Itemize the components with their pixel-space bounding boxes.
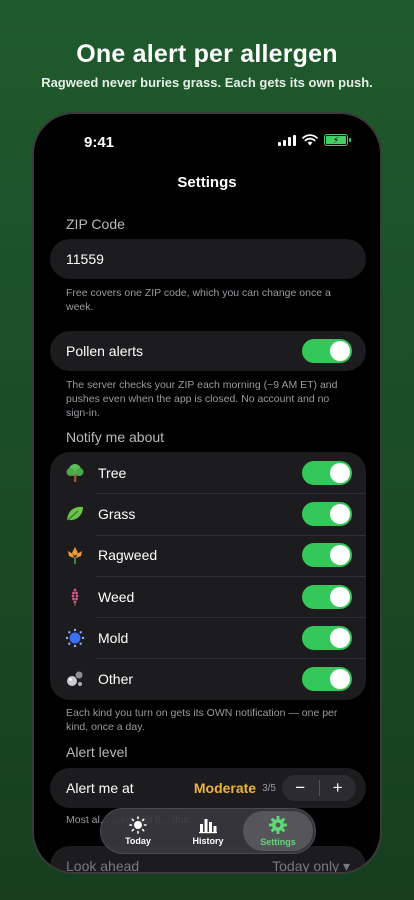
decrement-button[interactable]: − — [282, 775, 319, 801]
pollen-alerts-label: Pollen alerts — [66, 343, 144, 359]
pollen-alerts-note: The server checks your ZIP each morning … — [66, 379, 338, 419]
list-item-other: Other — [50, 658, 366, 699]
list-item-label: Mold — [98, 629, 129, 646]
list-item-label: Other — [98, 671, 134, 688]
tree-toggle[interactable] — [302, 460, 352, 485]
zip-value: 11559 — [66, 251, 104, 267]
list-item-label: Tree — [98, 464, 127, 481]
tab-settings[interactable]: Settings — [243, 811, 313, 851]
wifi-icon — [302, 134, 318, 146]
look-ahead-label: Look ahead — [66, 858, 140, 874]
mold-icon — [64, 627, 86, 649]
flower-icon — [64, 544, 86, 566]
look-ahead-value: Today only ▾ — [272, 857, 350, 874]
gear-icon — [269, 816, 287, 834]
zip-section-label: ZIP Code — [66, 216, 125, 232]
grass-toggle[interactable] — [302, 501, 352, 526]
battery-icon: ⚡ — [324, 134, 351, 146]
alert-level-row: Alert me at Moderate 3/5 − + — [50, 768, 366, 808]
alert-level-value: Moderate — [193, 780, 257, 796]
tab-label: Settings — [260, 837, 296, 847]
list-item-weed: Weed — [50, 575, 366, 617]
other-toggle[interactable] — [302, 667, 352, 692]
alert-level-fraction: 3/5 — [262, 782, 276, 794]
ragweed-toggle[interactable] — [302, 543, 352, 568]
pollen-alerts-toggle[interactable] — [302, 339, 352, 363]
chart-icon — [199, 819, 217, 834]
alert-level-label: Alert me at — [66, 780, 134, 796]
zip-input[interactable]: 11559 — [50, 239, 366, 279]
list-item-mold: Mold — [50, 617, 366, 658]
tab-today[interactable]: Today — [103, 811, 173, 851]
status-icons: ⚡ — [278, 134, 351, 146]
pollen-alerts-row: Pollen alerts — [50, 331, 366, 371]
allergen-list: Tree Grass Ragweed Weed Mold Other — [50, 452, 366, 700]
mold-toggle[interactable] — [302, 625, 352, 650]
other-icon — [64, 668, 86, 690]
increment-button[interactable]: + — [320, 775, 357, 801]
page-title: Settings — [177, 174, 237, 191]
alert-level-section-label: Alert level — [66, 744, 128, 760]
notify-note: Each kind you turn on gets its OWN notif… — [66, 707, 338, 733]
zip-note: Free covers one ZIP code, which you can … — [66, 287, 331, 313]
tab-label: History — [192, 836, 224, 846]
tab-history[interactable]: History — [173, 811, 243, 851]
weed-icon — [64, 586, 86, 608]
list-item-grass: Grass — [50, 493, 366, 534]
list-item-tree: Tree — [50, 452, 366, 493]
tree-icon — [64, 462, 86, 484]
weed-toggle[interactable] — [302, 584, 352, 609]
list-item-label: Grass — [98, 505, 136, 522]
list-item-label: Weed — [98, 588, 135, 605]
hero-title: One alert per allergen — [76, 40, 338, 68]
list-item-ragweed: Ragweed — [50, 534, 366, 576]
list-item-label: Ragweed — [98, 547, 158, 564]
cellular-signal-icon — [278, 134, 296, 146]
hero-subtitle: Ragweed never buries grass. Each gets it… — [41, 75, 373, 90]
tab-bar: Today History Settings — [100, 808, 316, 854]
sun-icon — [129, 816, 147, 834]
status-time: 9:41 — [84, 134, 115, 151]
phone-frame: 9:41 ⚡ Settings ZIP Code 11559 Free cove… — [32, 112, 382, 874]
tab-label: Today — [125, 836, 151, 846]
notify-section-label: Notify me about — [66, 429, 165, 445]
alert-level-stepper: − + — [282, 775, 356, 801]
leaf-icon — [64, 503, 86, 525]
